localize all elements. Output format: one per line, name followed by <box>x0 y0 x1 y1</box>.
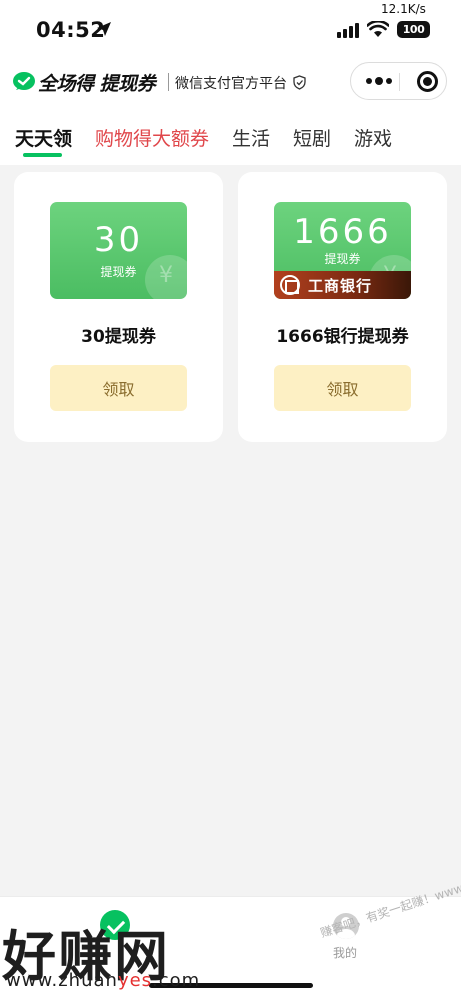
tab-daily[interactable]: 天天领 <box>15 124 72 151</box>
card-title: 1666银行提现券 <box>276 327 409 347</box>
coupon-card[interactable]: 1666 提现券 工商银行 1666银行提现券 领取 <box>238 172 447 442</box>
brand-title: 全场得 提现券 <box>38 69 156 96</box>
tab-games[interactable]: 游戏 <box>354 124 392 151</box>
capsule-divider <box>399 73 400 91</box>
watermark-url: www.zhuanyes.com <box>6 970 200 991</box>
wifi-icon <box>367 21 389 37</box>
claim-button[interactable]: 领取 <box>274 365 411 411</box>
watermark-url-part3: .com <box>152 970 201 991</box>
top-header-area: 04:52 12.1K/s 100 全场得 提现券 微信支付官方平台 天天领 购… <box>0 0 461 165</box>
coupon-amount: 30 <box>93 220 144 260</box>
brand-logo-icon <box>13 72 35 90</box>
brand-title-part2: 提现券 <box>99 73 156 95</box>
verified-shield-icon <box>293 75 306 90</box>
active-tab-indicator <box>23 153 62 157</box>
bank-name: 工商银行 <box>308 276 373 295</box>
card-title: 30提现券 <box>81 327 156 347</box>
bank-strip: 工商银行 <box>274 271 411 299</box>
claim-button[interactable]: 领取 <box>50 365 187 411</box>
more-menu-icon[interactable] <box>366 77 392 85</box>
close-miniprogram-icon[interactable] <box>417 71 438 92</box>
brand-subtitle: 微信支付官方平台 <box>175 76 287 92</box>
watermark-url-part1: www.zhuan <box>6 970 118 991</box>
bank-logo-icon <box>280 275 300 295</box>
header-divider <box>168 73 169 91</box>
yuan-watermark-icon <box>145 255 187 299</box>
battery-icon: 100 <box>397 21 430 38</box>
coupon-image: 30 提现券 <box>50 202 187 299</box>
network-speed: 12.1K/s <box>381 2 426 16</box>
tab-shopping-coupons[interactable]: 购物得大额券 <box>95 124 209 151</box>
tab-life[interactable]: 生活 <box>232 124 270 151</box>
location-arrow-icon <box>97 22 111 36</box>
coupon-image: 1666 提现券 工商银行 <box>274 202 411 299</box>
tab-short-drama[interactable]: 短剧 <box>293 124 331 151</box>
status-time: 04:52 <box>36 18 106 42</box>
coupon-card[interactable]: 30 提现券 30提现券 领取 <box>14 172 223 442</box>
signal-icon <box>337 23 359 38</box>
brand-title-part1: 全场得 <box>38 73 94 95</box>
watermark-url-part2: yes <box>117 970 153 991</box>
miniprogram-capsule <box>350 62 447 100</box>
coupon-amount: 1666 <box>293 212 392 252</box>
tab-mine-label[interactable]: 我的 <box>333 944 357 961</box>
